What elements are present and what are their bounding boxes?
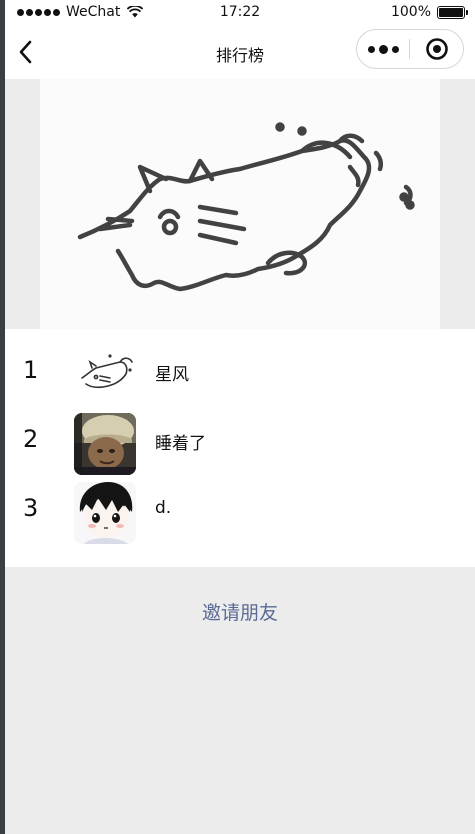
avatar <box>74 413 136 475</box>
player-name: 星风 <box>155 365 189 385</box>
beanie-photo-avatar-icon <box>74 413 136 475</box>
player-name: d. <box>155 498 172 518</box>
close-mini-program-button[interactable] <box>410 30 463 68</box>
banner-image <box>40 79 440 329</box>
rank-number: 2 <box>23 425 39 453</box>
battery-icon <box>437 5 468 19</box>
cat-sketch-avatar-icon <box>81 354 133 389</box>
ranking-row[interactable]: 2 睡着了 <box>5 409 475 477</box>
sleeping-cat-sketch <box>77 122 415 292</box>
mini-program-capsule <box>356 29 464 69</box>
avatar <box>74 482 136 544</box>
rank-number: 3 <box>23 494 39 522</box>
rank-number: 1 <box>23 356 39 384</box>
banner <box>5 79 475 329</box>
nav-bar: 排行榜 <box>5 26 475 79</box>
invite-friends-button[interactable]: 邀请朋友 <box>5 598 475 625</box>
more-menu-button[interactable] <box>357 30 409 68</box>
target-close-icon <box>425 38 448 60</box>
more-dots-icon <box>367 45 375 53</box>
battery-percent: 100% <box>390 4 431 20</box>
status-bar: WeChat 17:22 100% <box>5 0 475 26</box>
avatar <box>74 344 136 406</box>
player-name: 睡着了 <box>155 434 206 454</box>
phone-screen: WeChat 17:22 100% 排行榜 1 星风 2 睡着了 3 d. 邀请… <box>5 0 475 834</box>
ranking-list: 1 星风 2 睡着了 3 d. <box>5 329 475 567</box>
anime-boy-avatar-icon <box>74 482 136 544</box>
status-right: 100% <box>390 4 468 20</box>
ranking-row[interactable]: 1 星风 <box>5 340 475 408</box>
ranking-row[interactable]: 3 d. <box>5 478 475 546</box>
